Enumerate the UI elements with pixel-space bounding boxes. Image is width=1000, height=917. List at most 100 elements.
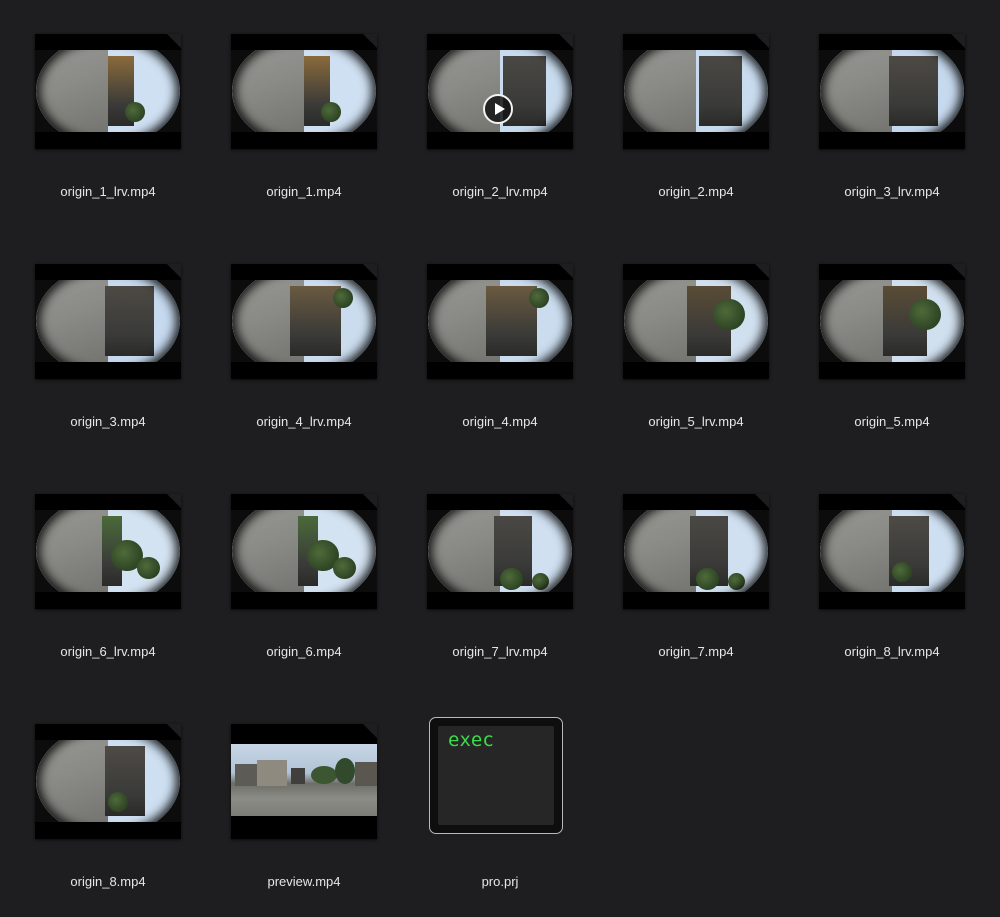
panorama-preview-image — [231, 744, 377, 816]
file-item[interactable]: origin_7.mp4 — [588, 460, 784, 660]
file-item[interactable]: origin_2.mp4 — [588, 0, 784, 200]
file-item[interactable]: origin_4_lrv.mp4 — [196, 230, 392, 430]
fisheye-image — [820, 510, 964, 592]
video-thumbnail[interactable] — [35, 724, 181, 839]
page-curl-corner — [755, 264, 769, 278]
fisheye-image — [36, 740, 180, 822]
file-name-label[interactable]: origin_2.mp4 — [588, 184, 804, 200]
video-thumbnail[interactable] — [427, 494, 573, 609]
scene-detail — [311, 766, 337, 784]
lens-vignette — [232, 50, 376, 132]
file-name-label[interactable]: origin_6.mp4 — [196, 644, 412, 660]
file-name-label[interactable]: origin_3.mp4 — [0, 414, 216, 430]
fisheye-image — [36, 50, 180, 132]
page-curl-corner — [167, 494, 181, 508]
file-item[interactable]: origin_4.mp4 — [392, 230, 588, 430]
fisheye-image — [232, 280, 376, 362]
file-name-label[interactable]: pro.prj — [392, 874, 608, 890]
file-name-label[interactable]: origin_7.mp4 — [588, 644, 804, 660]
fisheye-image — [36, 510, 180, 592]
file-item[interactable]: origin_3_lrv.mp4 — [784, 0, 980, 200]
file-name-label[interactable]: origin_5.mp4 — [784, 414, 1000, 430]
video-thumbnail[interactable] — [231, 494, 377, 609]
file-item[interactable]: origin_5.mp4 — [784, 230, 980, 430]
page-curl-corner — [167, 724, 181, 738]
video-thumbnail[interactable] — [819, 494, 965, 609]
thumbnail-frame — [231, 510, 377, 592]
video-thumbnail[interactable] — [623, 264, 769, 379]
scene-detail — [235, 764, 257, 786]
scene-detail — [257, 760, 287, 786]
file-item[interactable]: preview.mp4 — [196, 690, 392, 890]
video-thumbnail[interactable] — [427, 34, 573, 149]
fisheye-image — [624, 280, 768, 362]
page-curl-corner — [167, 264, 181, 278]
page-curl-corner — [167, 34, 181, 48]
thumbnail-frame — [427, 510, 573, 592]
page-curl-corner — [951, 264, 965, 278]
video-thumbnail[interactable] — [231, 724, 377, 839]
page-curl-corner — [755, 494, 769, 508]
thumbnail-frame — [623, 50, 769, 132]
thumbnail-frame — [819, 280, 965, 362]
file-name-label[interactable]: origin_1_lrv.mp4 — [0, 184, 216, 200]
file-name-label[interactable]: origin_7_lrv.mp4 — [392, 644, 608, 660]
video-thumbnail[interactable] — [819, 264, 965, 379]
thumbnail-frame — [623, 280, 769, 362]
page-curl-corner — [363, 724, 377, 738]
lens-vignette — [232, 280, 376, 362]
exec-document-icon[interactable]: exec — [429, 717, 563, 834]
file-item[interactable]: exec pro.prj — [392, 690, 588, 890]
fisheye-image — [624, 50, 768, 132]
file-name-label[interactable]: origin_4.mp4 — [392, 414, 608, 430]
file-item[interactable]: origin_2_lrv.mp4 — [392, 0, 588, 200]
video-thumbnail[interactable] — [231, 264, 377, 379]
lens-vignette — [820, 50, 964, 132]
page-curl-corner — [951, 34, 965, 48]
thumbnail-frame — [231, 280, 377, 362]
lens-vignette — [232, 510, 376, 592]
video-thumbnail[interactable] — [35, 264, 181, 379]
lens-vignette — [36, 50, 180, 132]
file-name-label[interactable]: origin_5_lrv.mp4 — [588, 414, 804, 430]
file-name-label[interactable]: origin_2_lrv.mp4 — [392, 184, 608, 200]
terminal-screen: exec — [438, 726, 554, 825]
file-item[interactable]: origin_5_lrv.mp4 — [588, 230, 784, 430]
fisheye-image — [428, 510, 572, 592]
lens-vignette — [428, 280, 572, 362]
page-curl-corner — [363, 264, 377, 278]
thumbnail-frame — [35, 510, 181, 592]
file-item[interactable]: origin_8_lrv.mp4 — [784, 460, 980, 660]
fisheye-image — [428, 280, 572, 362]
file-item[interactable]: origin_3.mp4 — [0, 230, 196, 430]
file-name-label[interactable]: origin_8_lrv.mp4 — [784, 644, 1000, 660]
page-curl-corner — [559, 264, 573, 278]
video-thumbnail[interactable] — [427, 264, 573, 379]
file-name-label[interactable]: origin_8.mp4 — [0, 874, 216, 890]
file-name-label[interactable]: preview.mp4 — [196, 874, 412, 890]
video-thumbnail[interactable] — [623, 34, 769, 149]
file-name-label[interactable]: origin_6_lrv.mp4 — [0, 644, 216, 660]
video-thumbnail[interactable] — [231, 34, 377, 149]
file-item[interactable]: origin_8.mp4 — [0, 690, 196, 890]
exec-label: exec — [448, 729, 494, 751]
file-item[interactable]: origin_6_lrv.mp4 — [0, 460, 196, 660]
thumbnail-frame — [35, 50, 181, 132]
video-thumbnail[interactable] — [623, 494, 769, 609]
lens-vignette — [624, 50, 768, 132]
file-name-label[interactable]: origin_4_lrv.mp4 — [196, 414, 412, 430]
file-item[interactable]: origin_7_lrv.mp4 — [392, 460, 588, 660]
play-icon[interactable] — [483, 94, 513, 124]
page-curl-corner — [363, 34, 377, 48]
video-thumbnail[interactable] — [35, 34, 181, 149]
scene-detail — [291, 768, 305, 784]
video-thumbnail[interactable] — [819, 34, 965, 149]
file-item[interactable]: origin_6.mp4 — [196, 460, 392, 660]
file-item[interactable]: origin_1_lrv.mp4 — [0, 0, 196, 200]
file-item[interactable]: origin_1.mp4 — [196, 0, 392, 200]
play-triangle — [494, 103, 505, 115]
file-name-label[interactable]: origin_3_lrv.mp4 — [784, 184, 1000, 200]
file-name-label[interactable]: origin_1.mp4 — [196, 184, 412, 200]
thumbnail-frame — [35, 280, 181, 362]
video-thumbnail[interactable] — [35, 494, 181, 609]
